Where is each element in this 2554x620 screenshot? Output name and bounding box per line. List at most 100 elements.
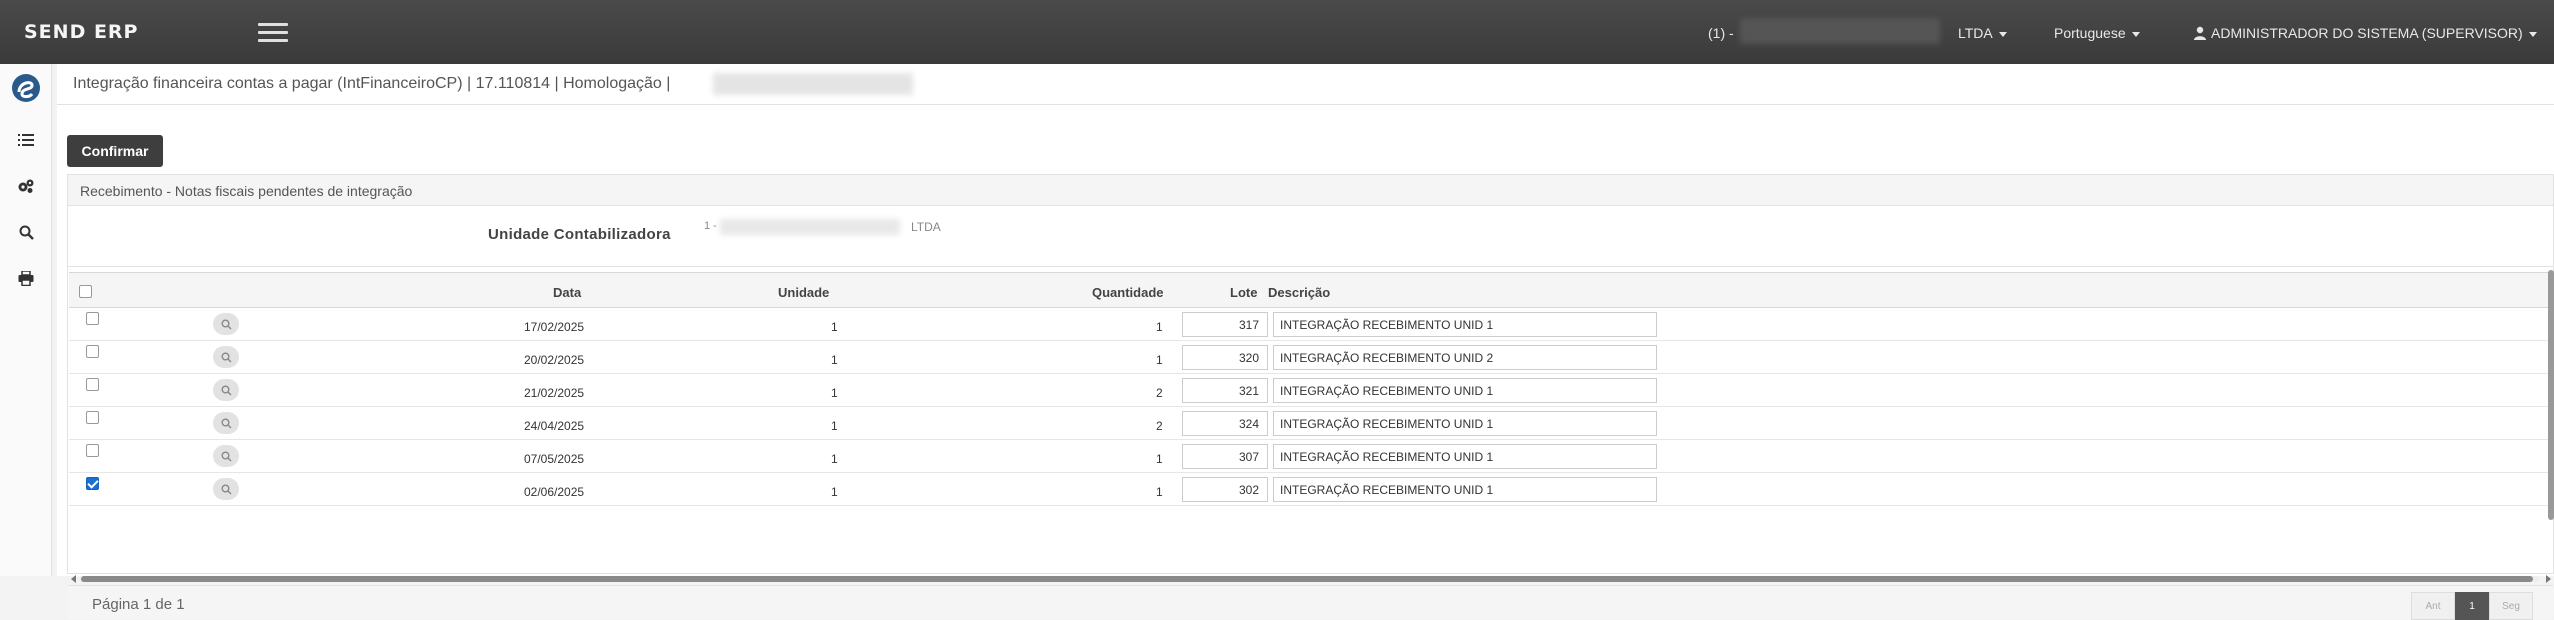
magnifier-icon	[221, 418, 231, 428]
magnifier-icon	[221, 319, 231, 329]
brand-logo[interactable]: SEND ERP	[24, 21, 139, 43]
panel-header: Recebimento - Notas fiscais pendentes de…	[68, 175, 2553, 206]
row-checkbox[interactable]	[86, 444, 99, 457]
vertical-scrollbar[interactable]	[2548, 270, 2554, 520]
pager: Página 1 de 1 Ant 1 Seg	[68, 585, 2553, 620]
lote-input[interactable]	[1182, 378, 1268, 403]
table-row[interactable]: 20/02/2025 1 1	[69, 341, 2553, 374]
pager-page-button[interactable]: 1	[2455, 592, 2489, 620]
table-row[interactable]: 17/02/2025 1 1	[69, 308, 2553, 341]
cell-quantidade: 1	[1156, 485, 1163, 499]
gears-icon[interactable]	[14, 174, 38, 198]
cell-unidade: 1	[831, 419, 838, 433]
cell-unidade: 1	[831, 386, 838, 400]
view-details-button[interactable]	[213, 445, 239, 467]
chevron-down-icon	[2528, 31, 2537, 37]
language-dropdown[interactable]: Portuguese	[2054, 25, 2140, 41]
descricao-input[interactable]	[1273, 477, 1657, 502]
user-dropdown[interactable]: ADMINISTRADOR DO SISTEMA (SUPERVISOR)	[2193, 25, 2537, 41]
list-icon[interactable]	[14, 128, 38, 152]
cell-data: 20/02/2025	[524, 353, 585, 367]
company-code: (1) -	[1708, 25, 1734, 41]
main-content: Integração financeira contas a pagar (In…	[57, 64, 2554, 620]
view-details-button[interactable]	[213, 346, 239, 368]
unit-code: 1 -	[704, 220, 717, 232]
lote-input[interactable]	[1182, 345, 1268, 370]
divider	[68, 266, 2553, 267]
cell-data: 07/05/2025	[524, 452, 585, 466]
table-row[interactable]: 02/06/2025 1 1	[69, 473, 2553, 506]
column-header-descricao[interactable]: Descrição	[1268, 285, 1330, 300]
view-details-button[interactable]	[213, 313, 239, 335]
top-navbar: SEND ERP (1) - LTDA Portuguese ADMINISTR…	[0, 0, 2554, 64]
row-checkbox[interactable]	[86, 378, 99, 391]
sidebar	[0, 64, 52, 576]
scrollbar-thumb[interactable]	[81, 576, 2533, 582]
logo-icon[interactable]	[10, 72, 42, 104]
cell-quantidade: 2	[1156, 386, 1163, 400]
table-row[interactable]: 07/05/2025 1 1	[69, 440, 2553, 473]
cell-unidade: 1	[831, 485, 838, 499]
language-label: Portuguese	[2054, 25, 2126, 41]
descricao-input[interactable]	[1273, 345, 1657, 370]
select-all-checkbox[interactable]	[79, 285, 92, 298]
scroll-right-icon[interactable]	[2546, 575, 2551, 583]
magnifier-icon	[221, 385, 231, 395]
confirm-button[interactable]: Confirmar	[67, 135, 163, 167]
cell-data: 02/06/2025	[524, 485, 585, 499]
pager-next-button[interactable]: Seg	[2489, 592, 2533, 620]
row-checkbox[interactable]	[86, 477, 99, 490]
column-header-unidade[interactable]: Unidade	[778, 285, 829, 300]
cell-quantidade: 2	[1156, 419, 1163, 433]
magnifier-icon	[221, 451, 231, 461]
lote-input[interactable]	[1182, 312, 1268, 337]
table-row[interactable]: 21/02/2025 1 2	[69, 374, 2553, 407]
cell-quantidade: 1	[1156, 320, 1163, 334]
search-icon[interactable]	[14, 220, 38, 244]
view-details-button[interactable]	[213, 412, 239, 434]
column-header-quantidade[interactable]: Quantidade	[1092, 285, 1164, 300]
user-name: ADMINISTRADOR DO SISTEMA (SUPERVISOR)	[2211, 25, 2523, 41]
environment-name-redacted	[713, 73, 913, 95]
cell-data: 17/02/2025	[524, 320, 585, 334]
descricao-input[interactable]	[1273, 312, 1657, 337]
table-row[interactable]: 24/04/2025 1 2	[69, 407, 2553, 440]
column-header-data[interactable]: Data	[553, 285, 581, 300]
panel-title: Recebimento - Notas fiscais pendentes de…	[80, 183, 413, 199]
magnifier-icon	[221, 484, 231, 494]
cell-quantidade: 1	[1156, 452, 1163, 466]
column-header-lote[interactable]: Lote	[1230, 285, 1257, 300]
horizontal-scrollbar[interactable]	[69, 573, 2553, 585]
lote-input[interactable]	[1182, 477, 1268, 502]
row-checkbox[interactable]	[86, 411, 99, 424]
descricao-input[interactable]	[1273, 411, 1657, 436]
lote-input[interactable]	[1182, 444, 1268, 469]
row-checkbox[interactable]	[86, 345, 99, 358]
pager-prev-button[interactable]: Ant	[2411, 592, 2455, 620]
view-details-button[interactable]	[213, 379, 239, 401]
cell-data: 24/04/2025	[524, 419, 585, 433]
chevron-down-icon	[2131, 31, 2140, 37]
unit-name-redacted	[720, 219, 900, 235]
descricao-input[interactable]	[1273, 378, 1657, 403]
scroll-left-icon[interactable]	[71, 575, 76, 583]
receipts-panel: Recebimento - Notas fiscais pendentes de…	[67, 174, 2554, 620]
unit-suffix: LTDA	[911, 220, 941, 234]
company-suffix: LTDA	[1958, 25, 1993, 41]
view-details-button[interactable]	[213, 478, 239, 500]
company-name-redacted	[1740, 18, 1940, 44]
cell-unidade: 1	[831, 452, 838, 466]
cell-data: 21/02/2025	[524, 386, 585, 400]
magnifier-icon	[221, 352, 231, 362]
print-icon[interactable]	[14, 266, 38, 290]
cell-quantidade: 1	[1156, 353, 1163, 367]
lote-input[interactable]	[1182, 411, 1268, 436]
invoices-grid: Data Unidade Quantidade Lote Descrição 1…	[69, 272, 2553, 512]
company-dropdown[interactable]: LTDA	[1958, 25, 2007, 41]
row-checkbox[interactable]	[86, 312, 99, 325]
menu-toggle-icon[interactable]	[258, 23, 288, 43]
divider	[57, 104, 2554, 105]
descricao-input[interactable]	[1273, 444, 1657, 469]
grid-header: Data Unidade Quantidade Lote Descrição	[69, 272, 2553, 308]
cell-unidade: 1	[831, 353, 838, 367]
